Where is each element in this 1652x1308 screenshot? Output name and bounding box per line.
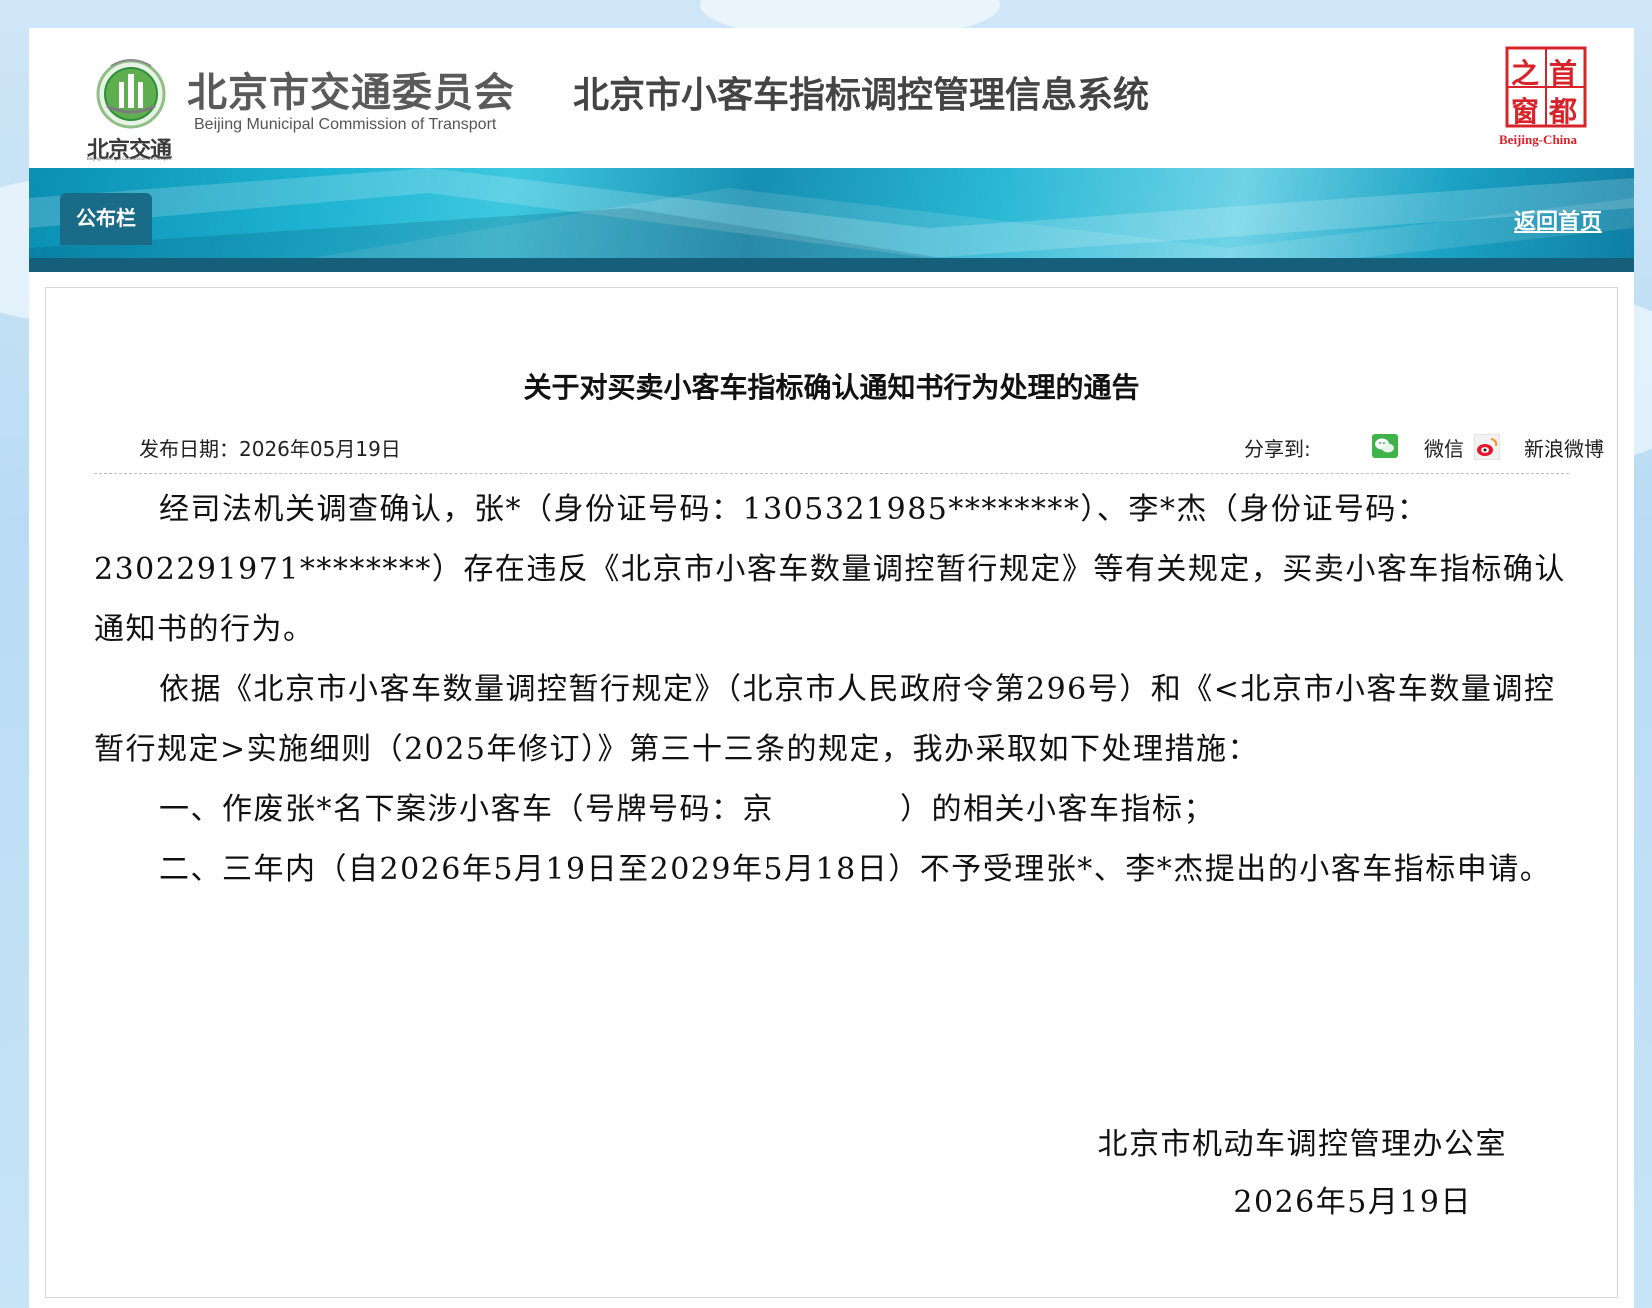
banner-stripes-decoration [29, 168, 1634, 272]
site-header: 北京交通 Beijing Municipal Commission of Tra… [29, 28, 1634, 168]
emblem-subtext: Beijing Municipal Commission of Transpor… [87, 156, 172, 161]
notice-signature: 北京市机动车调控管理办公室 2026年5月19日 [1098, 1116, 1508, 1232]
commission-name-cn: 北京市交通委员会 [187, 70, 515, 116]
notice-panel: 关于对买卖小客车指标确认通知书行为处理的通告 发布日期：2026年05月19日 … [45, 287, 1618, 1298]
signature-date: 2026年5月19日 [1233, 1185, 1472, 1220]
notice-paragraph: 经司法机关调查确认，张*（身份证号码：1305321985********）、李… [94, 492, 1566, 647]
nav-banner [29, 168, 1634, 272]
share-weibo-link[interactable]: 新浪微博 [1524, 433, 1604, 462]
notice-title: 关于对买卖小客车指标确认通知书行为处理的通告 [523, 371, 1140, 404]
return-home-link[interactable]: 返回首页 [1514, 204, 1602, 236]
notice-paragraph: 二、三年内（自2026年5月19日至2029年5月18日）不予受理张*、李*杰提… [159, 852, 1552, 887]
system-title: 北京市小客车指标调控管理信息系统 [573, 75, 1150, 116]
weibo-icon[interactable] [1473, 433, 1501, 461]
notice-meta-row: 发布日期：2026年05月19日 分享到: 微信 新浪微博 [94, 433, 1604, 474]
tab-bulletin-board[interactable]: 公布栏 [60, 193, 152, 245]
capital-logo-en: Beijing-China [1499, 132, 1578, 147]
banner-bottom-bar [29, 258, 1634, 272]
capital-logo-char-1: 首 [1549, 57, 1578, 90]
commission-emblem-logo[interactable]: 北京交通 Beijing Municipal Commission of Tra… [81, 46, 181, 168]
notice-paragraph: 依据《北京市小客车数量调控暂行规定》（北京市人民政府令第296号）和《<北京市小… [94, 672, 1556, 767]
notice-body: 经司法机关调查确认，张*（身份证号码：1305321985********）、李… [94, 480, 1574, 900]
wechat-icon[interactable] [1372, 434, 1398, 458]
capital-window-logo[interactable]: 首 都 之 窗 Beijing-China [1499, 46, 1599, 156]
capital-logo-char-4: 窗 [1511, 95, 1540, 128]
notice-paragraph: 一、作废张*名下案涉小客车（号牌号码：京 ）的相关小客车指标； [159, 792, 1215, 827]
commission-name-en: Beijing Municipal Commission of Transpor… [194, 116, 497, 133]
share-label: 分享到: [1244, 437, 1311, 461]
page-frame: 北京交通 Beijing Municipal Commission of Tra… [29, 28, 1634, 1308]
capital-logo-char-3: 之 [1511, 57, 1540, 90]
share-wechat-link[interactable]: 微信 [1424, 433, 1464, 462]
publish-date: 发布日期：2026年05月19日 [139, 437, 401, 461]
signature-org: 北京市机动车调控管理办公室 [1097, 1127, 1507, 1162]
capital-logo-char-2: 都 [1549, 95, 1578, 128]
